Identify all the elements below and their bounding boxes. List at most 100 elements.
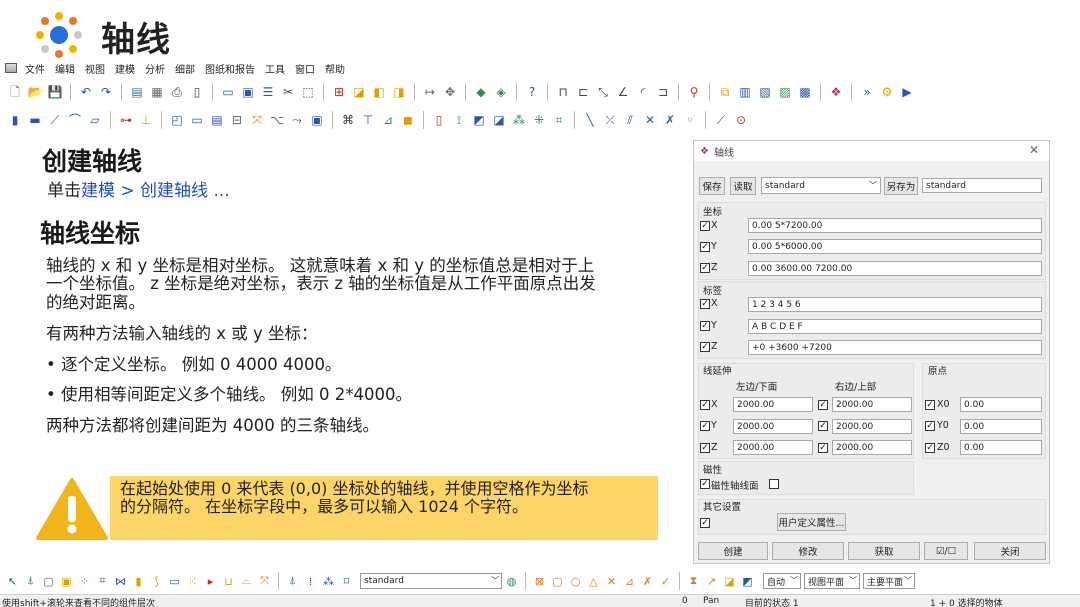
- part5-icon[interactable]: ⤧: [248, 111, 266, 129]
- select-filter4-icon[interactable]: ⌑: [338, 573, 355, 590]
- snap-x-icon[interactable]: ✗: [639, 573, 656, 590]
- snap-hourglass-icon[interactable]: ⧗: [685, 573, 702, 590]
- column-icon[interactable]: ▮: [6, 111, 24, 129]
- component2-icon[interactable]: ◈: [492, 83, 510, 101]
- weld-icon[interactable]: ⊥: [137, 111, 155, 129]
- menu-drawings-reports[interactable]: 图纸和报告: [205, 61, 255, 76]
- menu-help[interactable]: 帮助: [325, 61, 345, 76]
- part6-icon[interactable]: ⌥: [268, 111, 286, 129]
- line-snap6-icon[interactable]: ◦: [681, 111, 699, 129]
- preset-select[interactable]: standard ﹀: [761, 177, 881, 194]
- y0-checkbox[interactable]: ✓: [925, 421, 935, 431]
- label-y-checkbox[interactable]: ✓: [700, 321, 710, 331]
- print-icon[interactable]: ⎙: [168, 83, 186, 101]
- save-icon[interactable]: 💾: [46, 83, 64, 101]
- line-snap5-icon[interactable]: ✗: [661, 111, 679, 129]
- move-icon[interactable]: ✥: [441, 83, 459, 101]
- ext-z-right-checkbox[interactable]: ✓: [818, 443, 828, 453]
- snap-check-icon[interactable]: ✓: [657, 573, 674, 590]
- paste-icon[interactable]: ▦: [148, 83, 166, 101]
- measure2-icon[interactable]: ⊏: [574, 83, 592, 101]
- snap5-icon[interactable]: ⁂: [510, 111, 528, 129]
- modify-button[interactable]: 修改: [772, 542, 844, 560]
- snap-center-icon[interactable]: ▢: [549, 573, 566, 590]
- window-icon[interactable]: ▭: [219, 83, 237, 101]
- copy-icon[interactable]: ▤: [128, 83, 146, 101]
- coord-x-checkbox[interactable]: ✓: [700, 221, 710, 231]
- magnet-checkbox[interactable]: ✓: [700, 479, 710, 489]
- snap-end-icon[interactable]: ⊠: [531, 573, 548, 590]
- snap-triangle-icon[interactable]: △: [585, 573, 602, 590]
- part7-icon[interactable]: ⤳: [288, 111, 306, 129]
- select-axis2-icon[interactable]: ⋈: [112, 573, 129, 590]
- x0-checkbox[interactable]: ✓: [925, 400, 935, 410]
- plane2-icon[interactable]: ◧: [370, 83, 388, 101]
- ext-y-right-checkbox[interactable]: ✓: [818, 421, 828, 431]
- help-query-icon[interactable]: ?: [523, 83, 541, 101]
- menu-analysis[interactable]: 分析: [145, 61, 165, 76]
- snap2-icon[interactable]: ⟟: [450, 111, 468, 129]
- save-as-name-input[interactable]: standard: [922, 178, 1042, 193]
- measure3-icon[interactable]: ⤡: [594, 83, 612, 101]
- more-icon[interactable]: »: [858, 83, 876, 101]
- plate-icon[interactable]: ▱: [86, 111, 104, 129]
- window2-icon[interactable]: ▣: [239, 83, 257, 101]
- menu-detailing[interactable]: 细部: [175, 61, 195, 76]
- line-snap3-icon[interactable]: ⫽: [621, 111, 639, 129]
- ext-z-left-input[interactable]: 2000.00: [733, 440, 813, 455]
- select-weld-icon[interactable]: ⟆: [148, 573, 165, 590]
- dialog-titlebar[interactable]: ❖ 轴线: [694, 141, 1049, 161]
- select-filter3-icon[interactable]: ⁂: [320, 573, 337, 590]
- x0-input[interactable]: 0.00: [960, 397, 1042, 412]
- angle-icon[interactable]: ∠: [614, 83, 632, 101]
- view-plane-select[interactable]: 视图平面 ﹀: [804, 573, 860, 589]
- label-x-input[interactable]: 1 2 3 4 5 6: [748, 297, 1042, 312]
- new-file-icon[interactable]: 🗋: [6, 83, 24, 101]
- select-filter2-icon[interactable]: ⁞: [302, 573, 319, 590]
- bolt-icon[interactable]: ⊶: [117, 111, 135, 129]
- snap-cross-icon[interactable]: ✕: [603, 573, 620, 590]
- part4-icon[interactable]: ⊟: [228, 111, 246, 129]
- coord-z-checkbox[interactable]: ✓: [700, 263, 710, 273]
- label-z-input[interactable]: +0 +3600 +7200: [748, 340, 1042, 355]
- inquire-icon[interactable]: ⊤: [359, 111, 377, 129]
- y0-input[interactable]: 0.00: [960, 419, 1042, 434]
- line-snap7-icon[interactable]: ⟋: [712, 111, 730, 129]
- plane-icon[interactable]: ◪: [350, 83, 368, 101]
- snap4-icon[interactable]: ◪: [490, 111, 508, 129]
- select-all-icon[interactable]: ↖: [4, 573, 21, 590]
- menu-edit[interactable]: 编辑: [55, 61, 75, 76]
- inquire3-icon[interactable]: ◼: [399, 111, 417, 129]
- menu-view[interactable]: 视图: [85, 61, 105, 76]
- app-store-icon[interactable]: ❖: [827, 83, 845, 101]
- ext-y-left-input[interactable]: 2000.00: [733, 419, 813, 434]
- load-button[interactable]: 读取: [730, 177, 756, 195]
- menu-file[interactable]: 文件: [25, 61, 45, 76]
- select-object-icon[interactable]: ⤧: [256, 573, 273, 590]
- line-snap2-icon[interactable]: ⤫: [601, 111, 619, 129]
- part2-icon[interactable]: ▭: [188, 111, 206, 129]
- polybeam-icon[interactable]: ⟋: [46, 111, 64, 129]
- snap6-icon[interactable]: ⁜: [530, 111, 548, 129]
- line-snap4-icon[interactable]: ✕: [641, 111, 659, 129]
- save-as-button[interactable]: 另存为: [884, 177, 918, 195]
- select-surface-icon[interactable]: ▢: [40, 573, 57, 590]
- layers-icon[interactable]: ⧉: [716, 83, 734, 101]
- save-button[interactable]: 保存: [699, 177, 725, 195]
- menu-modeling[interactable]: 建模: [115, 61, 135, 76]
- z0-input[interactable]: 0.00: [960, 440, 1042, 455]
- tool-icon[interactable]: ⚙: [878, 83, 896, 101]
- pin-icon[interactable]: ⚲: [685, 83, 703, 101]
- cut-icon[interactable]: ✂: [279, 83, 297, 101]
- snap-plane-icon[interactable]: ◪: [721, 573, 738, 590]
- menu-window[interactable]: 窗口: [295, 61, 315, 76]
- part-icon[interactable]: ◰: [168, 111, 186, 129]
- select-grid-icon[interactable]: ⁘: [76, 573, 93, 590]
- ext-y-right-input[interactable]: 2000.00: [832, 419, 912, 434]
- select-reference-icon[interactable]: ▸: [202, 573, 219, 590]
- component-icon[interactable]: ◆: [472, 83, 490, 101]
- snap-depth-select[interactable]: 自动 ﹀: [763, 573, 801, 589]
- report2-icon[interactable]: ▧: [756, 83, 774, 101]
- snap7-icon[interactable]: ⌗: [550, 111, 568, 129]
- part8-icon[interactable]: ▣: [308, 111, 326, 129]
